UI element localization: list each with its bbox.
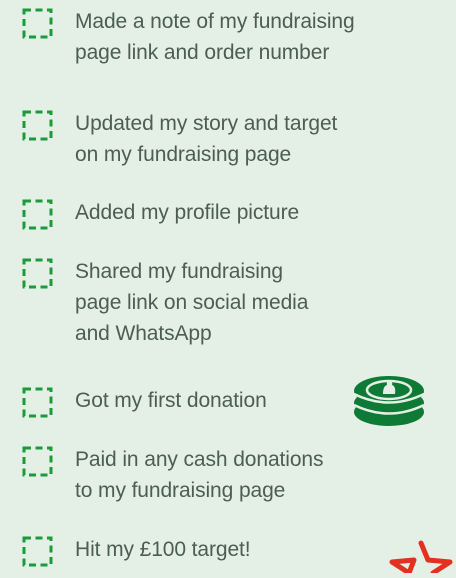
dashed-checkbox-icon — [22, 110, 53, 141]
dashed-checkbox-icon — [22, 199, 53, 230]
checklist-item-label: Updated my story and target on my fundra… — [75, 112, 338, 166]
checklist-item-label: Hit my £100 target! — [75, 538, 251, 561]
checkbox[interactable] — [22, 258, 54, 290]
checklist-item-label: Shared my fundraising page link on socia… — [75, 260, 309, 345]
checklist-item-label: Added my profile picture — [75, 201, 300, 224]
checklist-item-note-link[interactable]: Made a note of my fundraising page link … — [22, 6, 355, 68]
checkbox[interactable] — [22, 446, 54, 478]
dashed-checkbox-icon — [22, 446, 53, 477]
dashed-checkbox-icon — [22, 258, 53, 289]
dashed-checkbox-icon — [22, 536, 53, 567]
checkbox[interactable] — [22, 536, 54, 568]
dashed-checkbox-icon — [22, 8, 53, 39]
fundraising-checklist: Made a note of my fundraising page link … — [0, 0, 456, 576]
checkbox[interactable] — [22, 199, 54, 231]
checklist-item-share-link[interactable]: Shared my fundraising page link on socia… — [22, 256, 308, 349]
checklist-item-hit-target[interactable]: Hit my £100 target! — [22, 534, 251, 568]
checklist-item-label: Got my first donation — [75, 389, 267, 412]
coin-stack-icon — [352, 374, 426, 433]
checkbox[interactable] — [22, 387, 54, 419]
checklist-item-first-donation[interactable]: Got my first donation — [22, 385, 267, 419]
checkbox[interactable] — [22, 110, 54, 142]
checkbox[interactable] — [22, 8, 54, 40]
checklist-item-profile-picture[interactable]: Added my profile picture — [22, 197, 299, 231]
checklist-item-update-story[interactable]: Updated my story and target on my fundra… — [22, 108, 337, 170]
checklist-item-label: Paid in any cash donations to my fundrai… — [75, 448, 324, 502]
checklist-item-cash-donations[interactable]: Paid in any cash donations to my fundrai… — [22, 444, 324, 506]
checklist-item-label: Made a note of my fundraising page link … — [75, 10, 355, 64]
dashed-checkbox-icon — [22, 387, 53, 418]
star-icon — [388, 540, 454, 578]
